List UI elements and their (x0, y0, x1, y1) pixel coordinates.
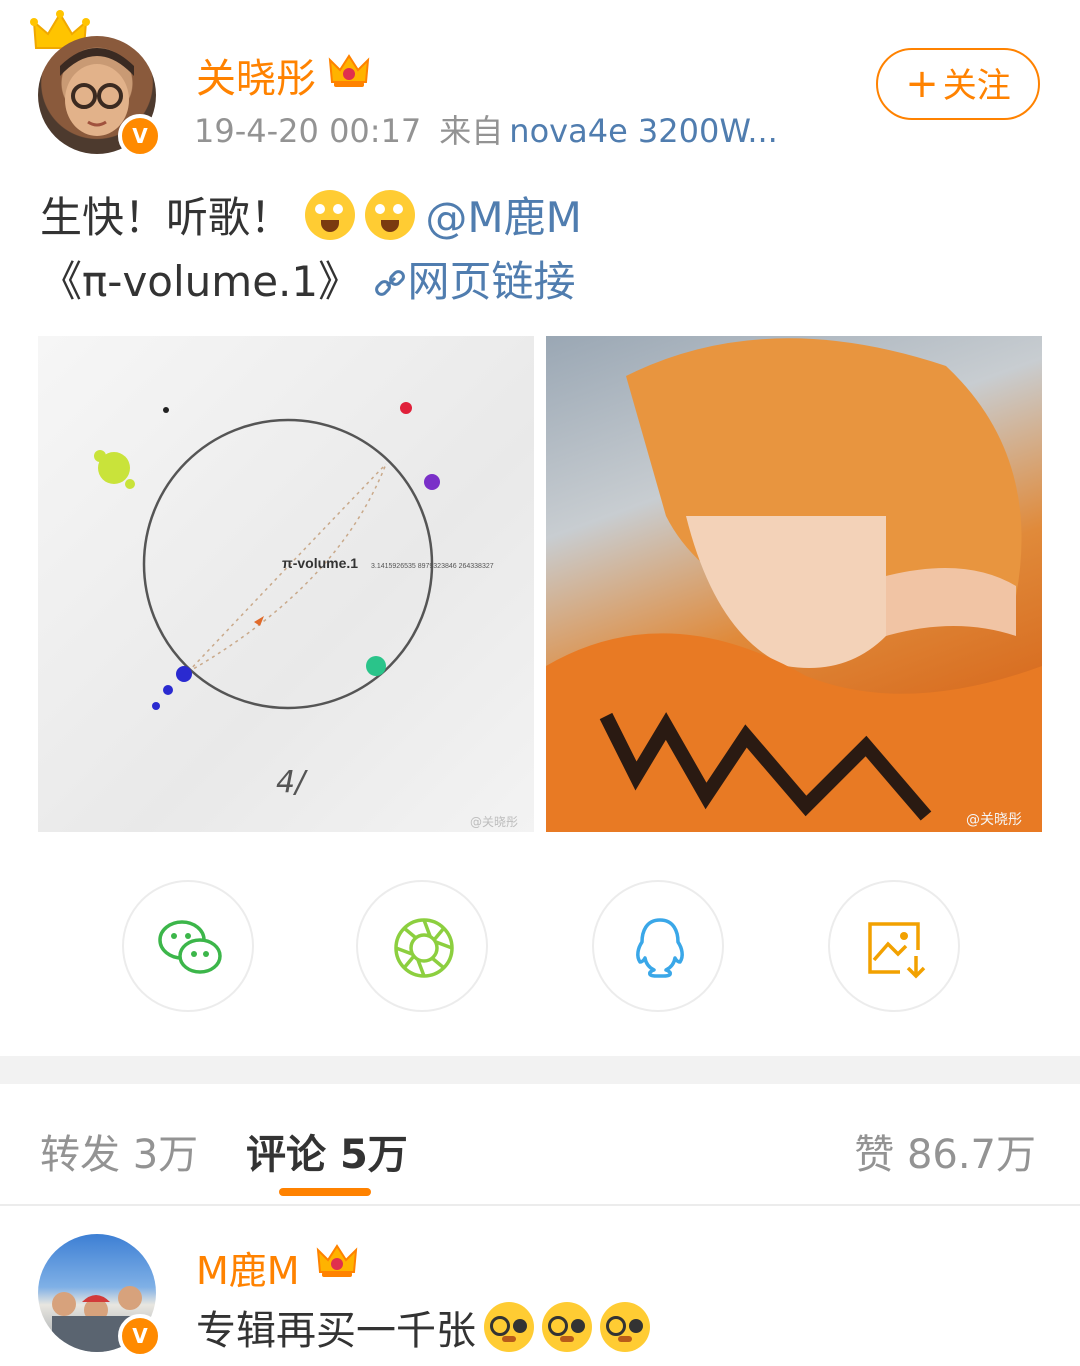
image-watermark: @关晓彤 (966, 812, 1022, 828)
divider (0, 1204, 1080, 1206)
post-image-photo[interactable]: @关晓彤 (546, 336, 1042, 832)
moments-icon (394, 918, 454, 978)
tab-repost[interactable]: 转发 3万 (40, 1122, 198, 1180)
verified-badge: V (118, 114, 162, 158)
link-icon (375, 270, 406, 296)
vip-crown-icon (316, 1244, 358, 1277)
share-qq-button[interactable] (592, 880, 724, 1012)
post-meta: 19-4-20 00:17 来自 nova4e 3200W... (194, 106, 778, 152)
share-wechat-button[interactable] (122, 880, 254, 1012)
tab-comments-label: 评论 (246, 1132, 326, 1178)
save-image-button[interactable] (828, 880, 960, 1012)
commenter-name[interactable]: M鹿M (196, 1240, 300, 1295)
nerd-emoji-icon (484, 1302, 534, 1352)
tab-likes-count: 86.7万 (906, 1132, 1036, 1178)
verified-badge: V (118, 1314, 162, 1358)
mention-link[interactable]: @M鹿M (425, 193, 581, 242)
surprised-emoji-icon (365, 190, 416, 240)
source-device-link[interactable]: nova4e 3200W... (509, 112, 778, 150)
comment-text: 专辑再买一千张 (196, 1298, 650, 1356)
tab-likes[interactable]: 赞 86.7万 (854, 1122, 1036, 1180)
post-text-line-1: 生快！听歌！ @M鹿M (40, 184, 582, 245)
source-prefix: 来自 (439, 112, 504, 150)
follow-label: 关注 (942, 66, 1011, 106)
tab-repost-label: 转发 (40, 1132, 120, 1178)
author-name[interactable]: 关晓彤 (196, 46, 316, 104)
save-image-icon (868, 922, 926, 979)
post-timestamp: 19-4-20 00:17 (194, 112, 422, 150)
web-link-label: 网页链接 (407, 257, 576, 306)
tab-comments-count: 5万 (339, 1132, 408, 1178)
section-gap (0, 1056, 1080, 1084)
plus-icon: + (905, 61, 939, 107)
share-moments-button[interactable] (356, 880, 488, 1012)
nerd-emoji-icon (542, 1302, 592, 1352)
tab-likes-label: 赞 (854, 1132, 895, 1178)
image-watermark: @关晓彤 (470, 815, 518, 829)
album-cover-title: π-volume.1 (282, 555, 358, 571)
vip-crown-icon (328, 54, 370, 87)
surprised-emoji-icon (305, 190, 356, 240)
post-image-album-cover[interactable]: π-volume.1 3.1415926535 8979323846 26433… (38, 336, 534, 832)
wechat-icon (158, 920, 222, 974)
tab-repost-count: 3万 (132, 1132, 199, 1178)
follow-button[interactable]: + 关注 (876, 48, 1040, 120)
nerd-emoji-icon (600, 1302, 650, 1352)
album-logo-icon: 4/ (276, 765, 308, 800)
active-tab-indicator (279, 1188, 371, 1196)
album-cover-digits: 3.1415926535 8979323846 264338327 (371, 563, 494, 570)
qq-icon (636, 918, 684, 978)
web-link[interactable]: 网页链接 (373, 257, 575, 306)
tab-comments[interactable]: 评论 5万 (246, 1122, 408, 1180)
post-text-line-2: 《π-volume.1》 网页链接 (40, 248, 575, 309)
post-text: 生快！听歌！ (40, 193, 293, 242)
comment-body: 专辑再买一千张 (196, 1308, 476, 1354)
album-title: 《π-volume.1》 (40, 257, 361, 306)
